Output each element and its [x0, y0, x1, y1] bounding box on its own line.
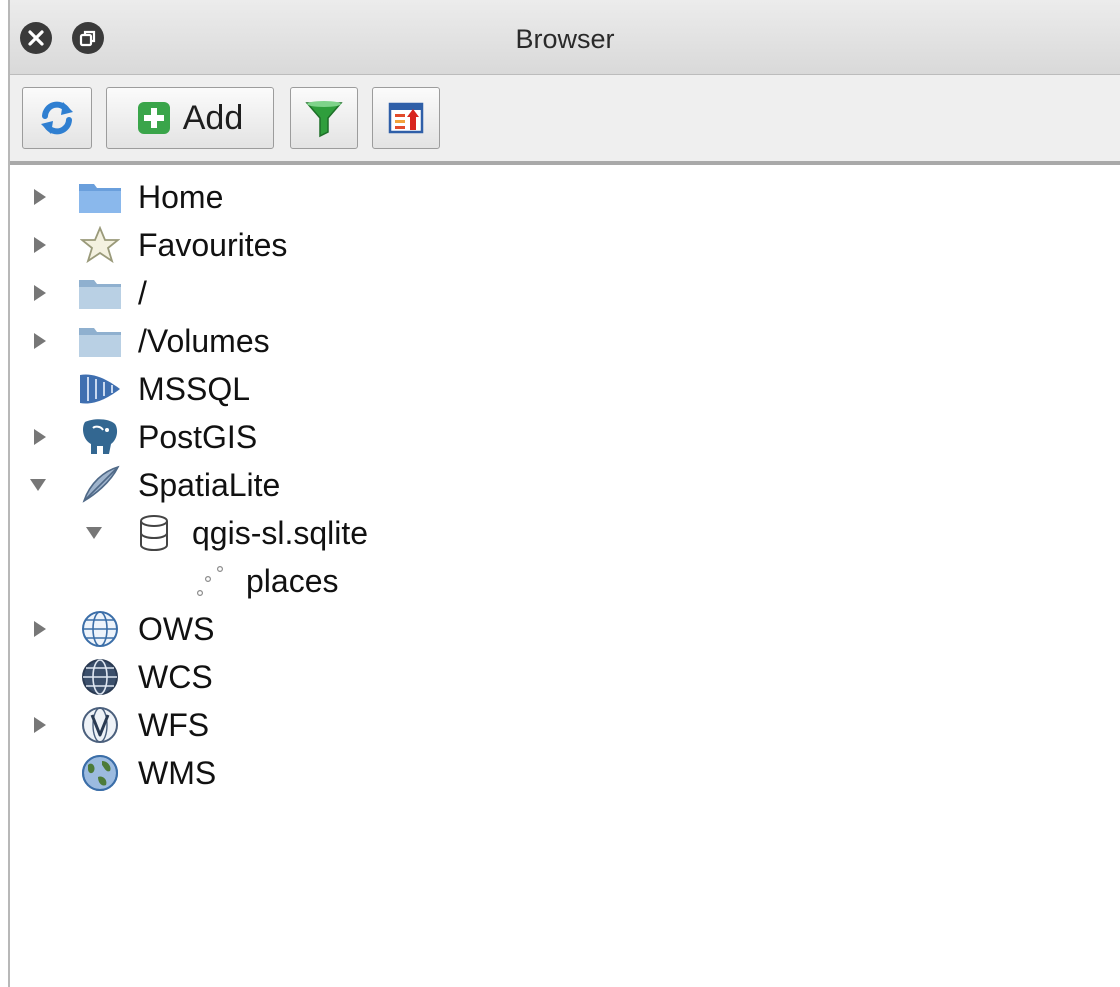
tree-item-home[interactable]: Home: [10, 173, 1110, 221]
tree-item-label: Home: [138, 179, 224, 215]
folder-icon: [76, 273, 124, 313]
tree-item-label: MSSQL: [138, 371, 251, 407]
tree-item-label: OWS: [138, 611, 215, 647]
tree-item-wcs[interactable]: WCS: [10, 653, 1110, 701]
database-icon: [130, 513, 178, 553]
wfs-globe-icon: [76, 705, 124, 745]
tree-item-root[interactable]: /: [10, 269, 1110, 317]
collapse-all-icon: [388, 102, 424, 134]
postgis-elephant-icon: [76, 417, 124, 457]
tree-item-label: /Volumes: [138, 323, 270, 359]
browser-tree: Home Favourites / /Volumes MSSQL PostGIS…: [10, 165, 1120, 987]
tree-item-label: PostGIS: [138, 419, 258, 455]
expand-arrow-icon[interactable]: [28, 425, 52, 449]
tree-item-label: SpatiaLite: [138, 467, 281, 503]
folder-icon: [76, 321, 124, 361]
tree-item-label: Favourites: [138, 227, 288, 263]
point-layer-icon: [186, 561, 234, 601]
expand-arrow-icon[interactable]: [28, 233, 52, 257]
tree-item-wfs[interactable]: WFS: [10, 701, 1110, 749]
tree-item-label: qgis-sl.sqlite: [192, 515, 369, 551]
collapse-all-button[interactable]: [372, 87, 440, 149]
browser-window: Browser Add Home Favourites / /Volumes M…: [8, 0, 1120, 987]
tree-item-postgis[interactable]: PostGIS: [10, 413, 1110, 461]
expand-arrow-icon[interactable]: [28, 713, 52, 737]
filter-button[interactable]: [290, 87, 358, 149]
toolbar: Add: [10, 75, 1120, 165]
tree-item-label: /: [138, 275, 147, 311]
window-title: Browser: [515, 24, 615, 54]
home-folder-icon: [76, 177, 124, 217]
collapse-arrow-icon[interactable]: [82, 521, 106, 545]
expand-arrow-icon[interactable]: [28, 617, 52, 641]
mssql-icon: [76, 369, 124, 409]
title-bar: Browser: [10, 0, 1120, 75]
star-icon: [76, 225, 124, 265]
globe-icon: [76, 609, 124, 649]
add-button-label: Add: [182, 98, 244, 137]
tree-item-label: WMS: [138, 755, 217, 791]
collapse-arrow-icon[interactable]: [26, 473, 50, 497]
tree-item-label: WCS: [138, 659, 213, 695]
refresh-button[interactable]: [22, 87, 92, 149]
tree-item-spatialite[interactable]: SpatiaLite: [10, 461, 1110, 509]
filter-icon: [305, 101, 343, 138]
tree-item-qgis-sl-sqlite[interactable]: qgis-sl.sqlite: [10, 509, 1110, 557]
refresh-icon: [41, 101, 73, 135]
expand-arrow-icon[interactable]: [28, 185, 52, 209]
tree-item-places[interactable]: places: [10, 557, 1110, 605]
tree-item-ows[interactable]: OWS: [10, 605, 1110, 653]
expand-arrow-icon[interactable]: [28, 329, 52, 353]
expand-arrow-icon[interactable]: [28, 281, 52, 305]
tree-item-volumes[interactable]: /Volumes: [10, 317, 1110, 365]
tree-item-label: WFS: [138, 707, 210, 743]
wms-globe-icon: [76, 753, 124, 793]
tree-item-favourites[interactable]: Favourites: [10, 221, 1110, 269]
add-button[interactable]: Add: [106, 87, 274, 149]
wcs-globe-icon: [76, 657, 124, 697]
tree-item-wms[interactable]: WMS: [10, 749, 1110, 797]
feather-icon: [76, 465, 124, 505]
plus-icon: [137, 102, 170, 134]
tree-item-mssql[interactable]: MSSQL: [10, 365, 1110, 413]
tree-item-label: places: [246, 563, 339, 599]
